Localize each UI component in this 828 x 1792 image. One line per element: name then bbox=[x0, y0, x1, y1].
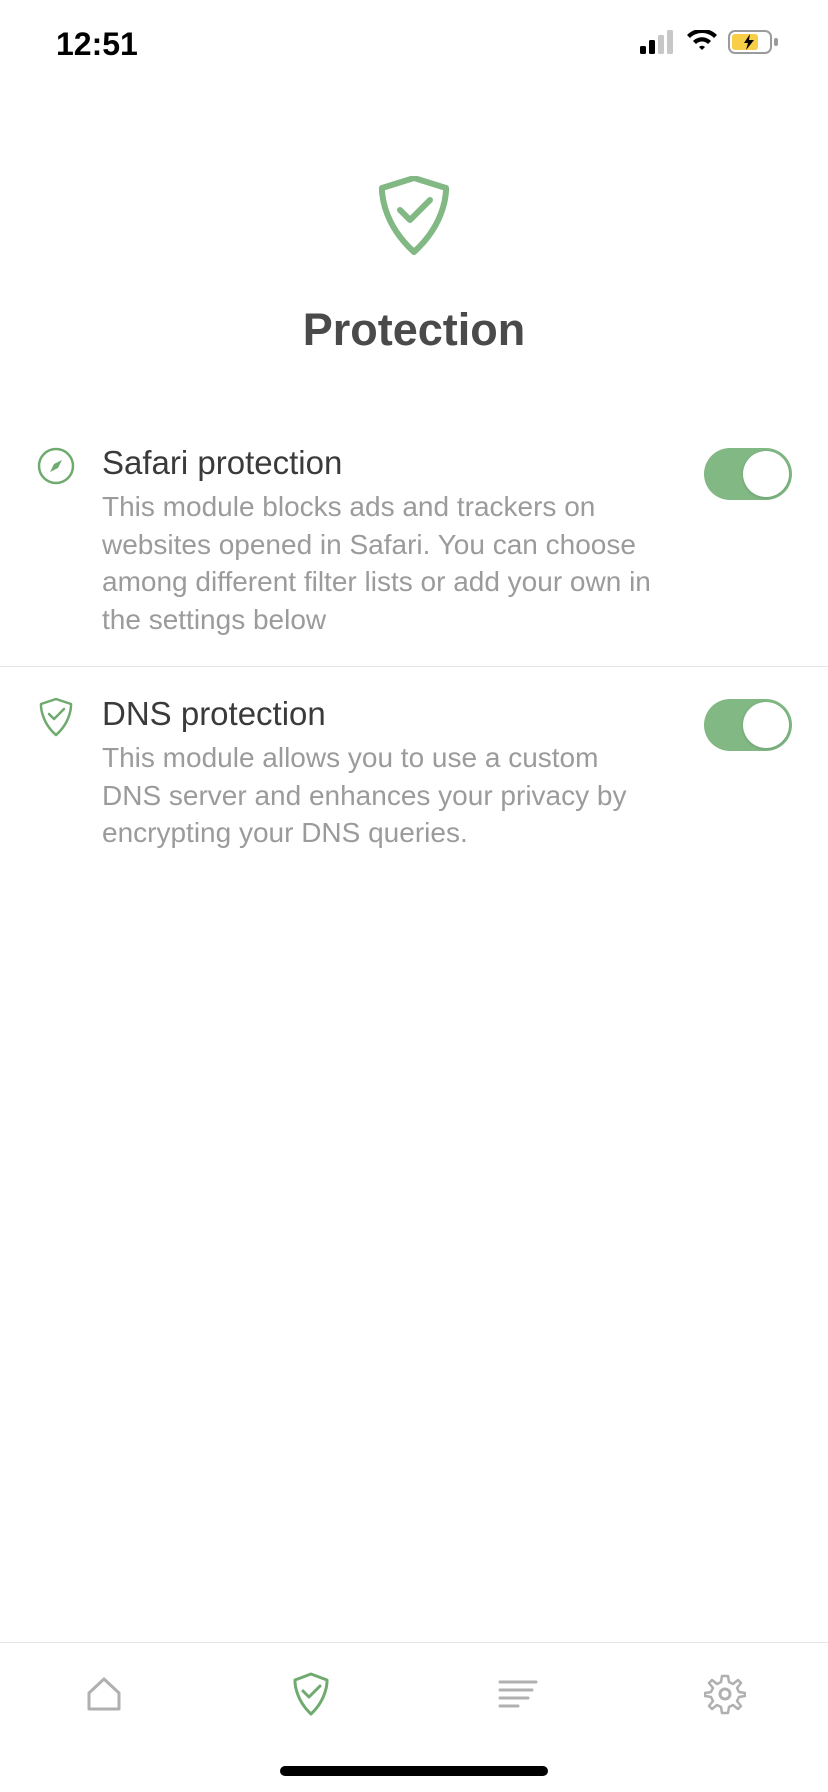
tab-settings[interactable] bbox=[700, 1671, 750, 1721]
gear-icon bbox=[704, 1673, 746, 1720]
settings-item-title: DNS protection bbox=[102, 695, 662, 733]
tab-home[interactable] bbox=[79, 1671, 129, 1721]
wifi-icon bbox=[686, 30, 718, 59]
toggle-knob bbox=[743, 451, 789, 497]
settings-item-description: This module allows you to use a custom D… bbox=[102, 739, 662, 852]
battery-charging-icon bbox=[728, 30, 780, 59]
safari-protection-toggle[interactable] bbox=[704, 448, 792, 500]
page-header: Protection bbox=[0, 88, 828, 416]
settings-item-description: This module blocks ads and trackers on w… bbox=[102, 488, 662, 638]
shield-check-icon bbox=[376, 178, 452, 254]
home-icon bbox=[83, 1673, 125, 1720]
settings-list: Safari protection This module blocks ads… bbox=[0, 416, 828, 880]
settings-item-content: DNS protection This module allows you to… bbox=[102, 695, 678, 852]
settings-item-safari[interactable]: Safari protection This module blocks ads… bbox=[0, 416, 828, 667]
list-lines-icon bbox=[498, 1678, 538, 1715]
tab-protection[interactable] bbox=[286, 1671, 336, 1721]
status-time: 12:51 bbox=[56, 26, 138, 63]
status-bar: 12:51 bbox=[0, 0, 828, 88]
toggle-knob bbox=[743, 702, 789, 748]
cellular-signal-icon bbox=[640, 30, 676, 59]
dns-protection-toggle[interactable] bbox=[704, 699, 792, 751]
page-title: Protection bbox=[303, 304, 526, 356]
settings-item-content: Safari protection This module blocks ads… bbox=[102, 444, 678, 638]
status-icons bbox=[640, 30, 780, 59]
compass-icon bbox=[36, 446, 76, 486]
settings-item-dns[interactable]: DNS protection This module allows you to… bbox=[0, 667, 828, 880]
settings-item-title: Safari protection bbox=[102, 444, 662, 482]
shield-check-small-icon bbox=[36, 697, 76, 737]
tab-activity[interactable] bbox=[493, 1671, 543, 1721]
home-indicator bbox=[280, 1766, 548, 1776]
shield-check-tab-icon bbox=[291, 1672, 331, 1721]
